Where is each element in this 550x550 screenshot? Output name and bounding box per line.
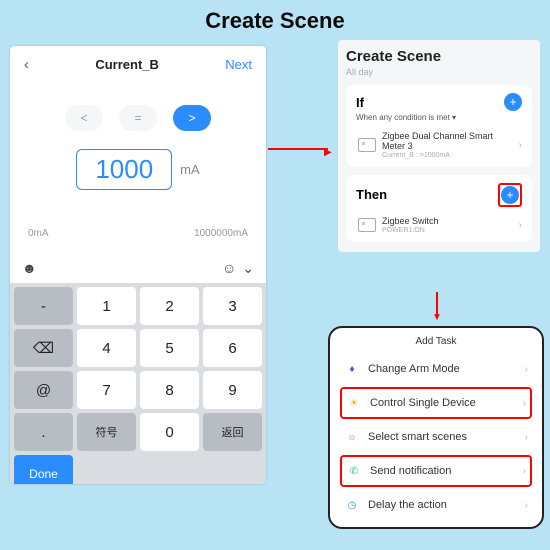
chevron-right-icon: › (525, 432, 528, 443)
task-label: Change Arm Mode (368, 363, 460, 375)
task-label: Select smart scenes (368, 431, 467, 443)
key-5[interactable]: 5 (140, 329, 199, 367)
key-6[interactable]: 6 (203, 329, 262, 367)
compare-eq[interactable]: = (119, 105, 157, 131)
numeric-keyboard: - 1 2 3 ⌫ 4 5 6 @ 7 8 9 . 符号 0 返回 Done (10, 283, 266, 484)
key-8[interactable]: 8 (140, 371, 199, 409)
meter-icon (358, 138, 376, 152)
clock-icon: ◷ (344, 497, 360, 513)
range-min: 0mA (28, 228, 49, 239)
key-9[interactable]: 9 (203, 371, 262, 409)
shield-icon: ♦ (344, 361, 360, 377)
key-backspace[interactable]: ⌫ (14, 329, 73, 367)
emoji-right-icon[interactable]: ☺ (222, 260, 236, 276)
sunrise-icon: ☼ (344, 429, 360, 445)
switch-icon (358, 218, 376, 232)
key-7[interactable]: 7 (77, 371, 136, 409)
value-unit: mA (180, 162, 200, 177)
key-at[interactable]: @ (14, 371, 73, 409)
task-label: Send notification (370, 465, 451, 477)
then-device-row[interactable]: Zigbee Switch POWER1:ON › (356, 217, 522, 234)
add-task-title: Add Task (330, 336, 542, 347)
then-device-name: Zigbee Switch (382, 217, 513, 227)
key-done[interactable]: Done (14, 455, 73, 484)
if-device-detail: Current_B : >1000mA (382, 152, 513, 159)
task-control-device[interactable]: ☀ Control Single Device › (340, 387, 532, 419)
task-delay[interactable]: ◷ Delay the action › (330, 489, 542, 521)
emoji-left-icon[interactable]: ☻ (22, 260, 37, 276)
key-2[interactable]: 2 (140, 287, 199, 325)
task-label: Delay the action (368, 499, 447, 511)
back-icon[interactable]: ‹ (24, 56, 29, 73)
then-label: Then (356, 187, 387, 202)
if-subtitle: When any condition is met ▾ (356, 113, 522, 122)
key-minus[interactable]: - (14, 287, 73, 325)
param-title: Current_B (95, 57, 159, 72)
page-title: Create Scene (0, 0, 550, 38)
compare-row: < = > (10, 97, 266, 149)
task-send-notification[interactable]: ✆ Send notification › (340, 455, 532, 487)
scene-subtitle: All day (346, 67, 532, 77)
key-symbol[interactable]: 符号 (77, 413, 136, 451)
if-device-name: Zigbee Dual Channel Smart Meter 3 (382, 132, 513, 152)
chevron-right-icon: › (525, 500, 528, 511)
compare-gt[interactable]: > (173, 105, 211, 131)
arrow-down-icon (432, 292, 442, 323)
next-button[interactable]: Next (225, 57, 252, 72)
scene-title: Create Scene (346, 48, 532, 65)
if-label: If (356, 95, 364, 110)
key-4[interactable]: 4 (77, 329, 136, 367)
chevron-right-icon: › (523, 466, 526, 477)
add-task-button[interactable]: + (501, 186, 519, 204)
add-condition-button[interactable]: + (504, 93, 522, 111)
task-label: Control Single Device (370, 397, 476, 409)
task-smart-scenes[interactable]: ☼ Select smart scenes › (330, 421, 542, 453)
range-max: 1000000mA (194, 228, 248, 239)
left-panel: ‹ Current_B Next < = > 1000 mA 0mA 10000… (10, 46, 266, 484)
if-device-row[interactable]: Zigbee Dual Channel Smart Meter 3 Curren… (356, 132, 522, 159)
add-task-panel: Add Task ♦ Change Arm Mode › ☀ Control S… (328, 326, 544, 529)
chevron-right-icon: › (523, 398, 526, 409)
key-3[interactable]: 3 (203, 287, 262, 325)
key-return[interactable]: 返回 (203, 413, 262, 451)
task-arm-mode[interactable]: ♦ Change Arm Mode › (330, 353, 542, 385)
then-device-detail: POWER1:ON (382, 227, 513, 234)
then-card: Then + Zigbee Switch POWER1:ON › (346, 175, 532, 242)
value-input[interactable]: 1000 (76, 149, 172, 190)
chevron-right-icon: › (525, 364, 528, 375)
key-1[interactable]: 1 (77, 287, 136, 325)
bulb-icon: ☀ (346, 395, 362, 411)
phone-icon: ✆ (346, 463, 362, 479)
scene-panel: Create Scene All day If + When any condi… (338, 40, 540, 252)
key-0[interactable]: 0 (140, 413, 199, 451)
key-dot[interactable]: . (14, 413, 73, 451)
collapse-icon[interactable]: ⌄ (242, 260, 254, 277)
chevron-right-icon: › (519, 220, 522, 231)
text-field[interactable] (43, 259, 216, 277)
if-card: If + When any condition is met ▾ Zigbee … (346, 85, 532, 167)
compare-lt[interactable]: < (65, 105, 103, 131)
arrow-right-icon (268, 135, 332, 161)
chevron-right-icon: › (519, 140, 522, 151)
